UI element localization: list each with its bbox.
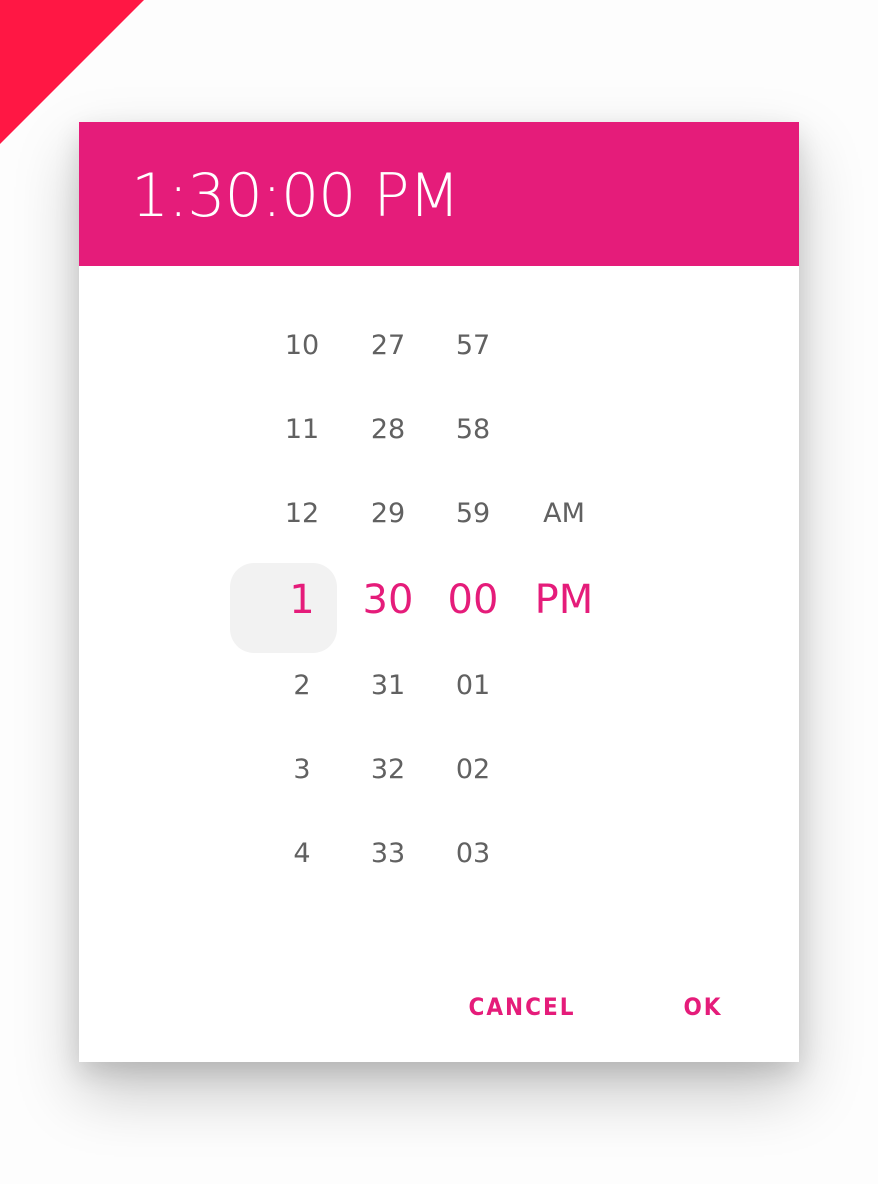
second-option[interactable]: 03 (418, 824, 528, 884)
dialog-header: 1:30:00 PM (79, 122, 799, 266)
period-option-pm-selected[interactable]: PM (509, 570, 619, 630)
second-option[interactable]: 02 (418, 740, 528, 800)
dialog-actions: CANCEL OK (79, 972, 799, 1042)
time-picker-dialog: 1:30:00 PM 10 11 12 1 2 3 4 27 28 29 30 … (79, 122, 799, 1062)
cancel-button[interactable]: CANCEL (452, 972, 592, 1042)
period-option-am[interactable]: AM (509, 484, 619, 544)
second-option[interactable]: 01 (418, 656, 528, 716)
second-option[interactable]: 57 (418, 316, 528, 376)
ok-button[interactable]: OK (663, 972, 743, 1042)
second-option[interactable]: 58 (418, 400, 528, 460)
selected-time-display: 1:30:00 PM (131, 161, 460, 231)
